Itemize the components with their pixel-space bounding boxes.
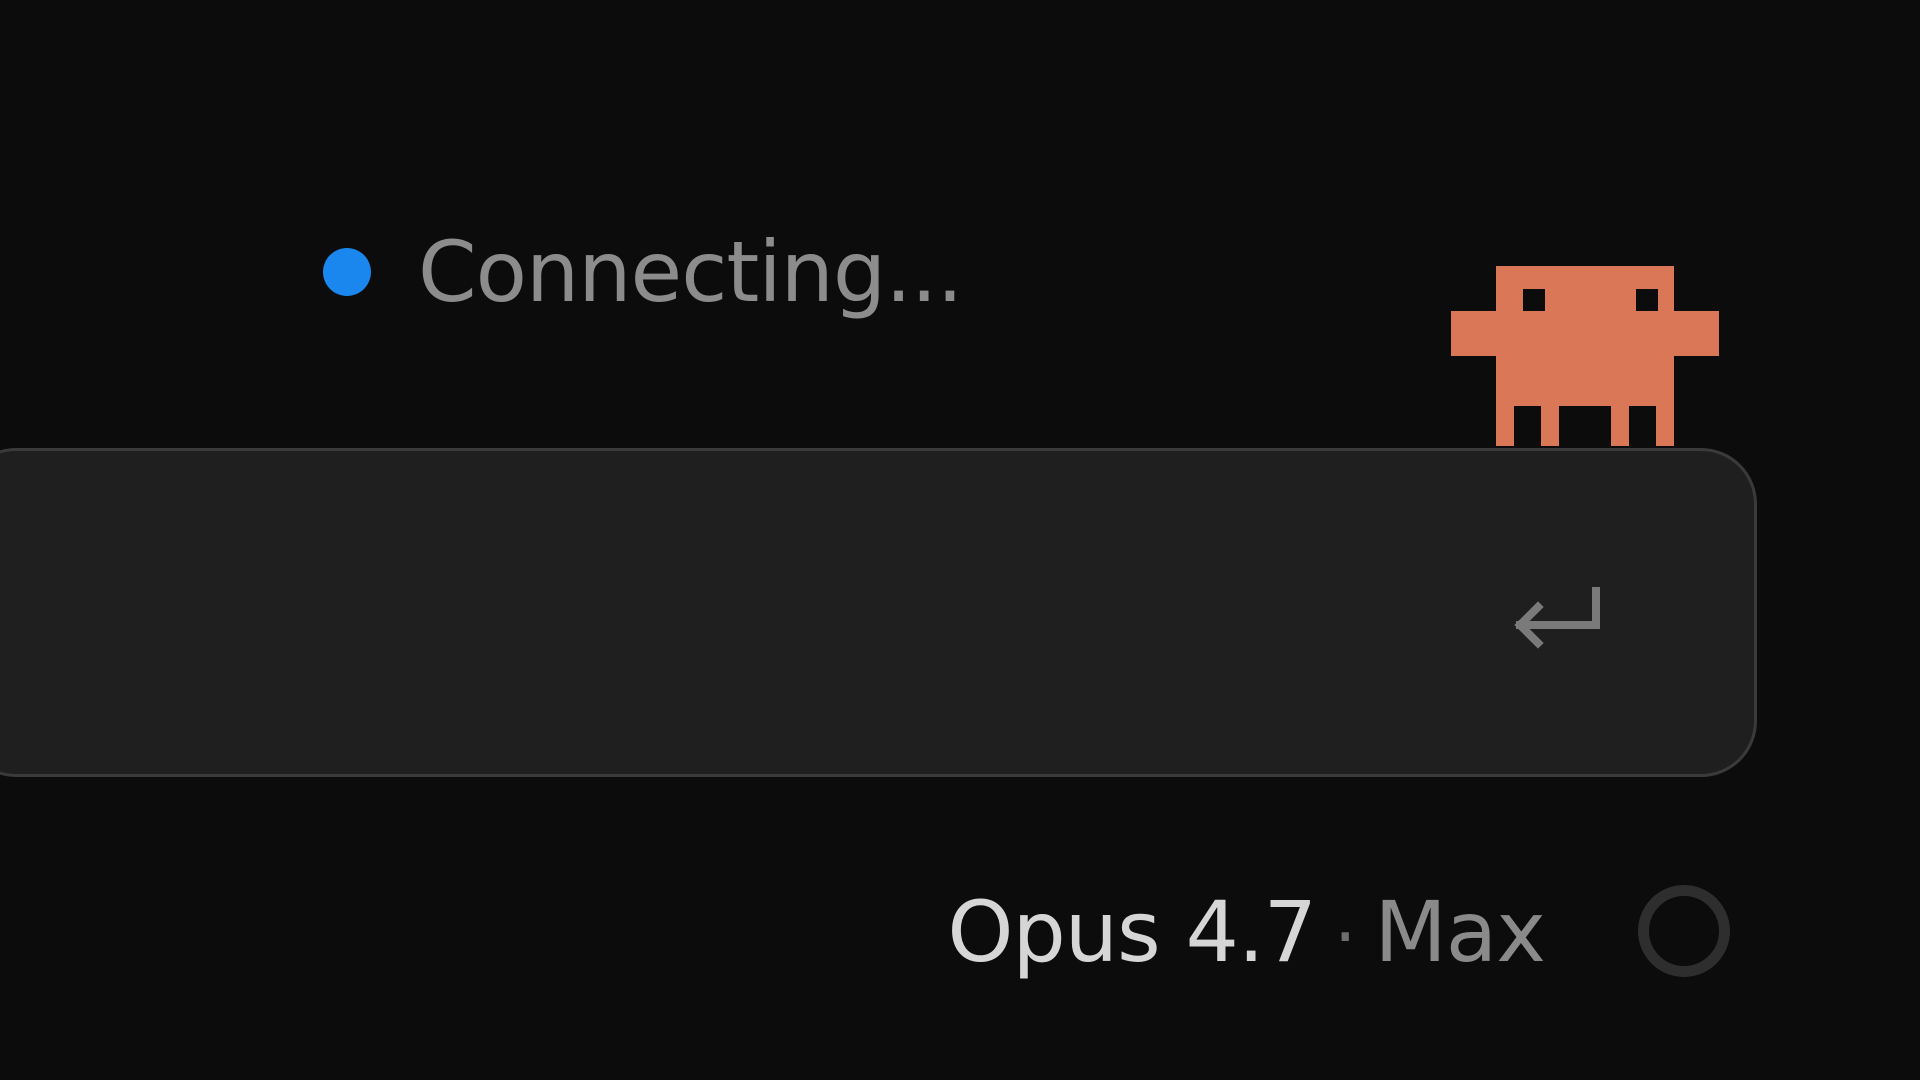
- model-name: Opus 4.7: [947, 883, 1317, 981]
- status-text: Connecting...: [418, 223, 963, 321]
- connection-status: Connecting...: [323, 223, 963, 321]
- model-tier: Max: [1374, 883, 1546, 981]
- model-separator: ·: [1334, 896, 1357, 978]
- model-selector[interactable]: Opus 4.7 · Max: [947, 883, 1546, 981]
- prompt-input[interactable]: [43, 491, 1447, 733]
- enter-return-icon: [1514, 587, 1600, 649]
- status-dot-icon: [323, 248, 371, 296]
- app-stage: Connecting... Opus 4.7 · Max: [0, 0, 1920, 1080]
- submit-button[interactable]: [1503, 576, 1613, 666]
- prompt-box: [0, 448, 1757, 777]
- pixel-creature-icon: [1451, 266, 1719, 446]
- context-usage-ring-icon[interactable]: [1638, 885, 1730, 977]
